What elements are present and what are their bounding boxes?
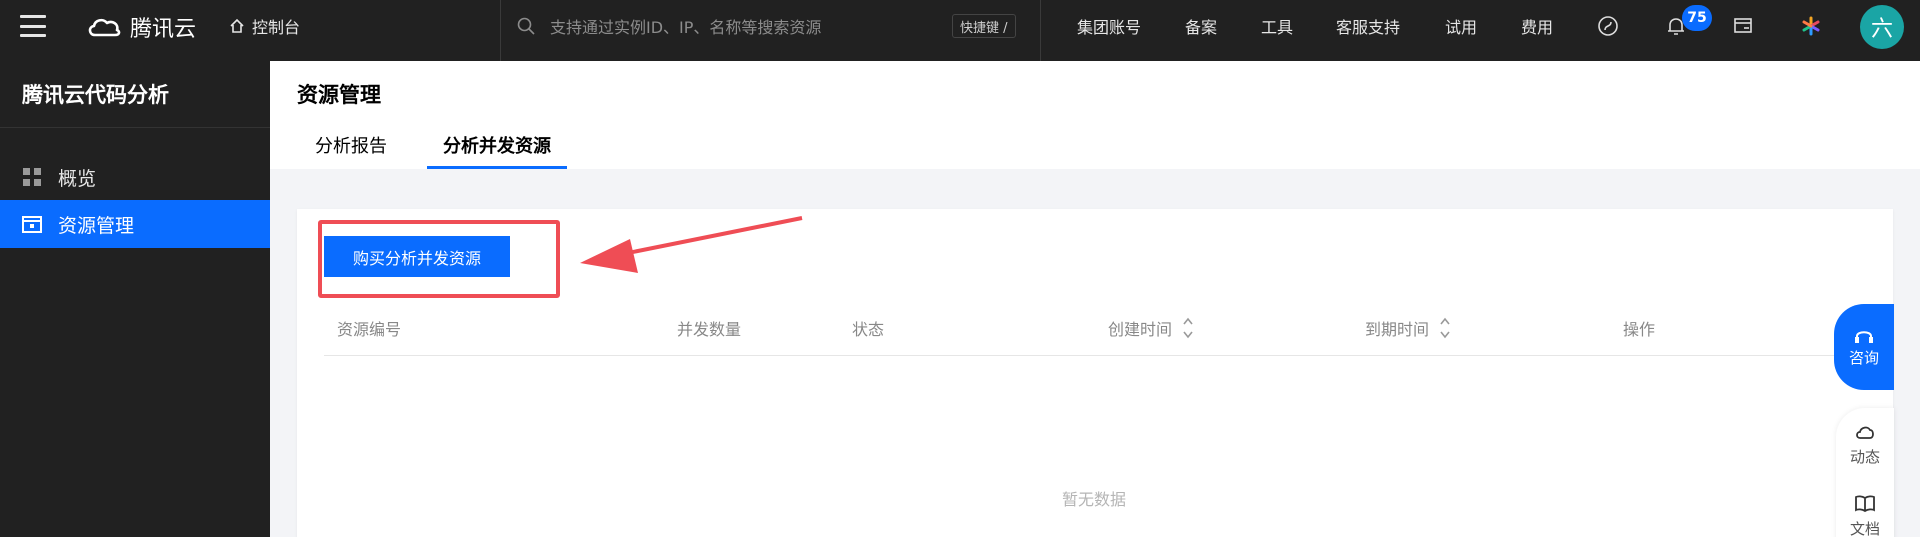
float-item-updates[interactable]: 动态 (1836, 422, 1894, 467)
nav-support[interactable]: 客服支持 (1336, 14, 1400, 38)
folder-icon (22, 216, 42, 233)
column-header-concurrency: 并发数量 (677, 316, 741, 340)
buy-concurrent-resource-button[interactable]: 购买分析并发资源 (324, 236, 510, 277)
floating-tool-panel: 动态 文档 (1836, 408, 1894, 537)
column-header-status: 状态 (852, 316, 884, 340)
console-label: 控制台 (252, 18, 301, 37)
sidebar-item-label: 概览 (58, 167, 97, 190)
app-flower-icon[interactable] (1798, 13, 1824, 39)
tab-analysis-report[interactable]: 分析报告 (310, 132, 392, 169)
column-header-created-time[interactable]: 创建时间 (1108, 316, 1194, 340)
column-label: 到期时间 (1365, 320, 1430, 339)
float-item-docs[interactable]: 文档 (1836, 494, 1894, 537)
search-placeholder: 支持通过实例ID、IP、名称等搜索资源 (550, 18, 822, 37)
nav-trial[interactable]: 试用 (1445, 14, 1477, 38)
sort-icon[interactable] (1439, 315, 1451, 341)
headset-icon (1855, 330, 1873, 343)
nav-billing[interactable]: 费用 (1521, 14, 1553, 38)
certification-icon[interactable] (1595, 13, 1621, 39)
divider (1040, 0, 1041, 61)
column-header-actions: 操作 (1623, 316, 1655, 340)
float-item-label: 文档 (1849, 520, 1880, 537)
nav-filing[interactable]: 备案 (1185, 14, 1217, 38)
cloud-logo-icon (88, 18, 121, 37)
top-navigation-bar: 腾讯云 控制台 支持通过实例ID、IP、名称等搜索资源 快捷键 / 集团账号 备… (0, 0, 1920, 61)
nav-group-account[interactable]: 集团账号 (1077, 14, 1141, 38)
column-label: 操作 (1623, 320, 1656, 339)
brand-logo[interactable]: 腾讯云 (86, 12, 196, 42)
sidebar-item-resource-management[interactable]: 资源管理 (0, 200, 270, 248)
page-title: 资源管理 (297, 83, 381, 107)
grid-icon (23, 168, 41, 186)
column-label: 资源编号 (337, 320, 402, 339)
product-title: 腾讯云代码分析 (22, 83, 169, 107)
divider (0, 127, 270, 128)
cloud-update-icon (1856, 426, 1874, 439)
sidebar: 腾讯云代码分析 概览 资源管理 (0, 61, 270, 537)
divider (500, 0, 501, 61)
shortcut-hint[interactable]: 快捷键 / (952, 14, 1016, 38)
consult-button[interactable]: 咨询 (1834, 304, 1894, 390)
column-label: 创建时间 (1108, 320, 1173, 339)
empty-state-text: 暂无数据 (1062, 490, 1127, 509)
column-label: 并发数量 (677, 320, 742, 339)
nav-tools[interactable]: 工具 (1261, 14, 1293, 38)
consult-label: 咨询 (1848, 348, 1879, 367)
search-input[interactable]: 支持通过实例ID、IP、名称等搜索资源 (516, 12, 821, 40)
page-header: 资源管理 分析报告 分析并发资源 (270, 61, 1920, 169)
notification-badge: 75 (1682, 5, 1712, 31)
column-header-expiry-time[interactable]: 到期时间 (1365, 316, 1451, 340)
sidebar-item-label: 资源管理 (58, 214, 135, 237)
search-icon (517, 17, 535, 35)
tab-concurrent-resources[interactable]: 分析并发资源 (427, 132, 567, 169)
column-header-resource-id: 资源编号 (337, 316, 401, 340)
book-icon (1855, 495, 1875, 513)
home-icon (230, 18, 244, 33)
console-link[interactable]: 控制台 (228, 14, 300, 38)
table-divider (324, 355, 1884, 356)
column-label: 状态 (852, 320, 885, 339)
float-item-label: 动态 (1849, 448, 1880, 466)
menu-icon[interactable] (20, 15, 46, 37)
brand-name: 腾讯云 (130, 17, 197, 42)
message-icon[interactable] (1730, 13, 1756, 39)
avatar[interactable]: 六 (1860, 5, 1904, 49)
sidebar-item-overview[interactable]: 概览 (0, 153, 270, 201)
sort-icon[interactable] (1182, 315, 1194, 341)
